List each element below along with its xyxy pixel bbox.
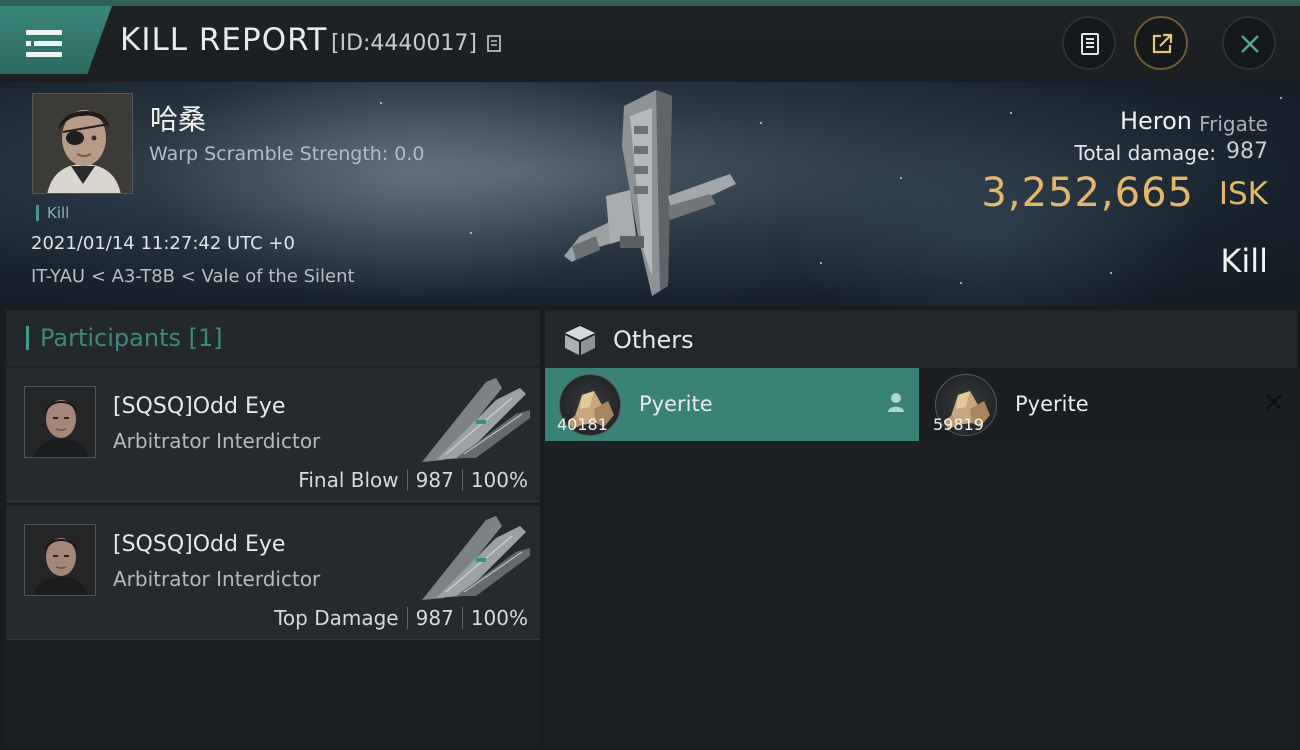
participant-ship-image [422,378,530,462]
participant-damage: 987 [415,606,454,630]
participant-portrait [25,387,95,457]
participant-stats: Final Blow 987 100% [298,468,528,492]
participant-percent: 100% [470,606,528,630]
item-name: Pyerite [639,392,713,416]
star [1110,272,1112,274]
victim-name: 哈桑 [150,103,207,136]
copy-icon[interactable] [487,35,503,53]
avatar[interactable] [24,386,96,458]
kill-result: Kill [1220,242,1268,280]
report-id: [ID:4440017] [331,31,477,56]
participant-ship: Arbitrator Interdictor [113,429,321,453]
share-icon [1152,33,1173,54]
total-damage-value: 987 [1226,139,1268,164]
star [470,232,472,234]
others-header: Others [545,310,1297,368]
star [1010,112,1012,114]
avatar [33,94,132,193]
star [960,282,962,284]
victim-ship-class: Frigate [1199,112,1268,136]
victim-ship-name: Heron [1119,107,1192,135]
close-icon [1241,35,1259,53]
participant-portrait [25,525,95,595]
kill-datetime: 2021/01/14 11:27:42 UTC +0 [31,233,295,254]
star [900,177,902,179]
tab-indicator [26,326,29,350]
item-name: Pyerite [1015,392,1089,416]
participant-role: Top Damage [274,606,399,630]
participant-stats: Top Damage 987 100% [274,606,528,630]
participants-title: Participants [1] [40,324,223,352]
participant-name: [SQSQ]Odd Eye [113,394,286,419]
cube-icon [565,326,595,355]
destroyed-x-icon [1266,394,1282,410]
star [820,262,822,264]
participant-percent: 100% [470,468,528,492]
divider [461,469,463,491]
victim-banner: 哈桑 Warp Scramble Strength: 0.0 Kill 2021… [0,82,1300,306]
isk-unit: ISK [1218,176,1268,212]
star [1280,97,1282,99]
kill-location: IT-YAU < A3-T8B < Vale of the Silent [31,266,355,287]
person-icon [888,393,904,412]
page-title: KILL REPORT [120,22,328,58]
participant-role: Final Blow [298,468,399,492]
participant-ship: Arbitrator Interdictor [113,567,321,591]
victim-ship-image [564,90,736,296]
item-quantity: 40181 [557,415,608,434]
avatar[interactable] [24,524,96,596]
cargo-item-selected[interactable]: 40181 Pyerite [545,368,919,441]
notes-button[interactable] [1062,16,1116,70]
others-title: Others [613,326,694,354]
menu-button[interactable] [0,6,112,74]
total-damage-label: Total damage: [1074,141,1217,165]
notes-icon [1081,33,1099,55]
participant-ship-image [422,516,530,600]
kill-tag: Kill [36,205,69,221]
menu-icon [26,30,62,60]
divider [461,607,463,629]
star [380,102,382,104]
participant-name: [SQSQ]Odd Eye [113,532,286,557]
participant-damage: 987 [415,468,454,492]
others-panel: Others 40181 Pyerite 59819 Pyerite [545,310,1297,746]
star [760,122,762,124]
victim-portrait[interactable] [32,93,133,194]
header-accent-line [0,0,1300,6]
item-quantity: 59819 [933,415,984,434]
close-button[interactable] [1222,16,1276,70]
participants-panel: Participants [1] [SQSQ]Odd Eye Arbitrato… [6,310,540,746]
divider [406,469,408,491]
participant-row[interactable]: [SQSQ]Odd Eye Arbitrator Interdictor Fin… [6,368,540,502]
participant-row[interactable]: [SQSQ]Odd Eye Arbitrator Interdictor Top… [6,506,540,640]
warp-scramble-strength: Warp Scramble Strength: 0.0 [149,143,425,165]
share-button[interactable] [1134,16,1188,70]
isk-value: 3,252,665 [981,170,1194,216]
participants-tab[interactable]: Participants [1] [6,310,540,366]
header-bar: KILL REPORT [ID:4440017] [0,0,1300,82]
cargo-item[interactable]: 59819 Pyerite [921,368,1297,441]
divider [406,607,408,629]
